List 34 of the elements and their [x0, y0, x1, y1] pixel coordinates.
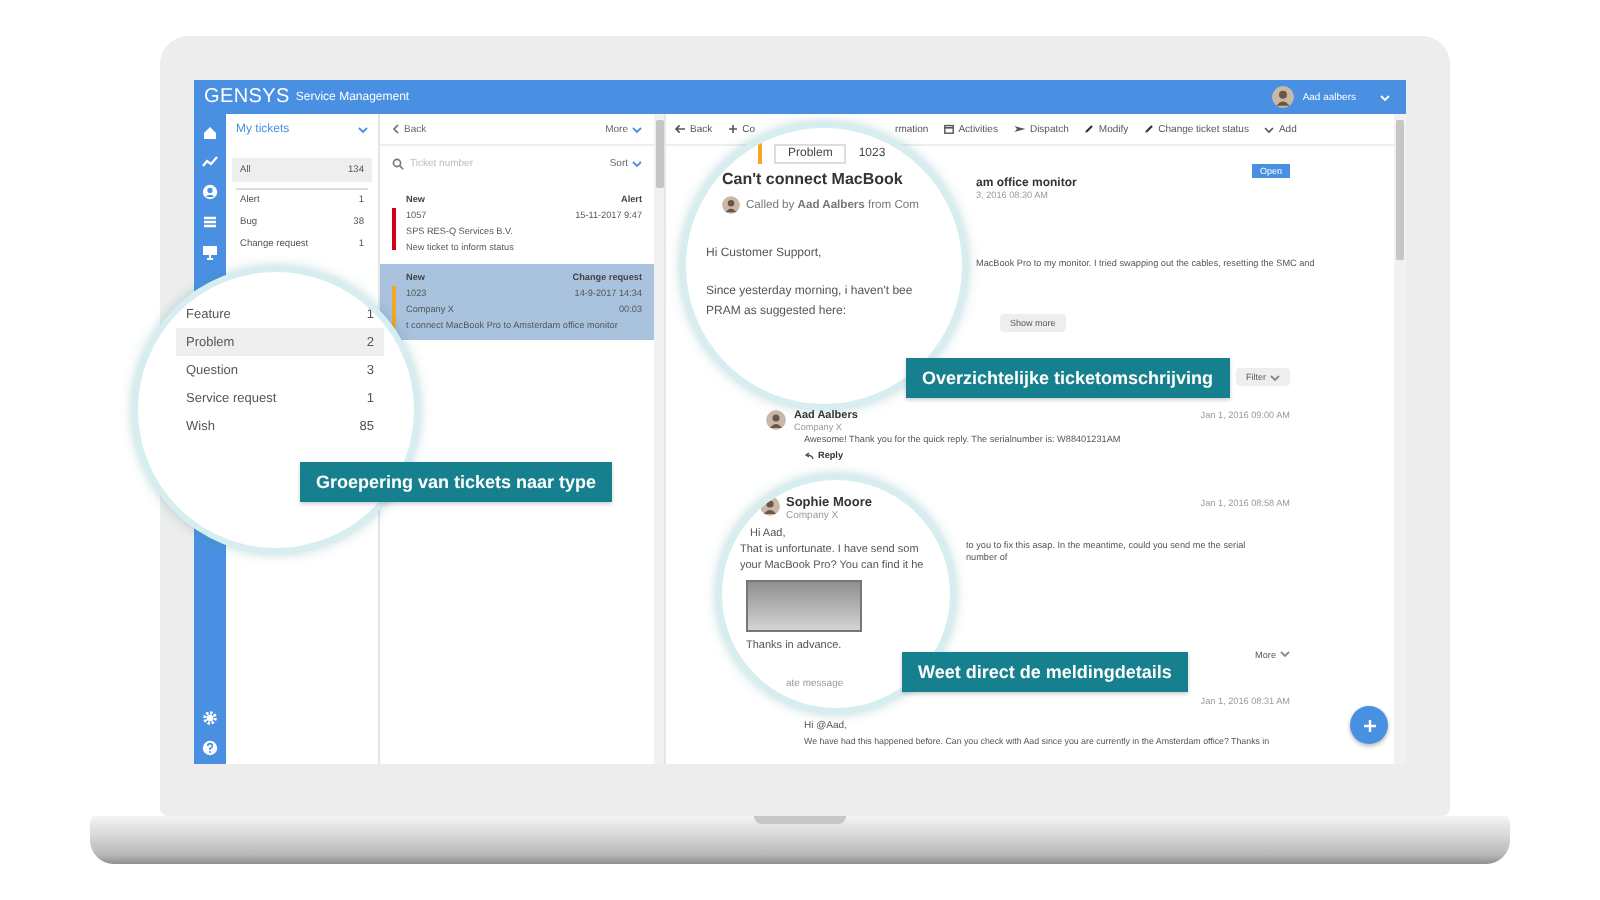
avatar-icon — [722, 196, 740, 214]
callout-label: Weet direct de meldingdetails — [902, 652, 1188, 692]
list-icon[interactable] — [202, 214, 218, 230]
home-icon[interactable] — [202, 124, 218, 140]
plus-icon — [1361, 717, 1377, 733]
arrow-left-icon — [674, 124, 686, 134]
caret-icon — [358, 126, 368, 134]
user-icon[interactable] — [202, 184, 218, 200]
caret-icon — [1270, 373, 1280, 381]
search-icon — [392, 158, 404, 170]
reply-arrow-icon — [804, 451, 814, 459]
ticket-title: Can't connect MacBook — [722, 170, 905, 188]
caret-icon — [1280, 650, 1290, 658]
monitor-icon[interactable] — [202, 244, 218, 260]
calendar-icon — [944, 124, 955, 134]
pencil-icon — [1144, 124, 1155, 134]
chevron-down-icon — [1264, 125, 1275, 133]
help-icon[interactable] — [202, 740, 218, 756]
send-icon — [1013, 124, 1026, 134]
callout-label: Groepering van tickets naar type — [300, 462, 613, 502]
avatar-icon — [1272, 86, 1295, 108]
caret-icon — [1380, 93, 1390, 101]
settings-icon[interactable] — [202, 710, 218, 726]
photo-placeholder — [746, 580, 862, 632]
caret-icon — [632, 125, 642, 133]
brand-logo: GENSYS — [204, 86, 290, 108]
caret-icon — [632, 160, 642, 168]
chart-line-icon[interactable] — [202, 154, 218, 170]
chevron-left-icon — [392, 124, 400, 134]
pencil-icon — [1084, 124, 1095, 134]
callout-label: Overzichtelijke ticketomschrijving — [906, 358, 1230, 398]
plus-icon — [728, 124, 739, 134]
avatar-icon — [766, 410, 786, 430]
avatar-icon — [760, 496, 780, 516]
